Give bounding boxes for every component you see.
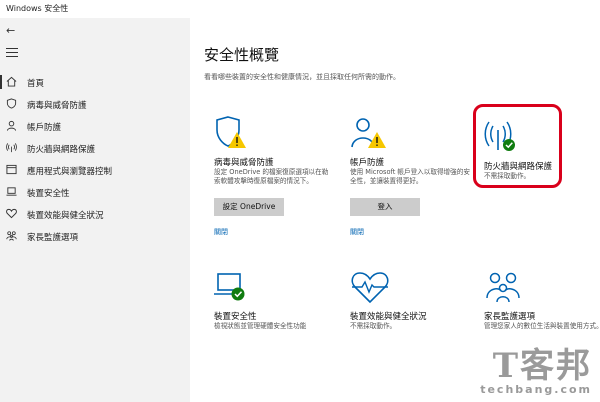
sidebar-item-app-browser[interactable]: 應用程式與瀏覽器控制 xyxy=(0,160,190,180)
person-icon xyxy=(6,120,17,131)
card-device-security[interactable]: 裝置安全性 檢視狀態並管理硬體安全性功能 xyxy=(214,268,339,348)
sidebar-item-home[interactable]: 首頁 xyxy=(0,72,190,92)
home-icon xyxy=(6,76,17,87)
hamburger-icon[interactable] xyxy=(6,48,18,60)
card-title: 家長監護選項 xyxy=(484,312,536,322)
sidebar-item-label: 家長監護選項 xyxy=(27,233,79,243)
card-description: 設定 OneDrive 的檔案復原選項以在勒索軟體攻擊時復原檔案的情況下。 xyxy=(214,168,329,185)
sidebar: ← 首頁 病毒與威脅防護 帳戶防護 防火牆與網路保護 應用程式與瀏覽器控制 裝置… xyxy=(0,18,190,402)
sidebar-item-label: 防火牆與網路保護 xyxy=(27,145,96,155)
card-title: 裝置效能與健全狀況 xyxy=(350,312,427,322)
sidebar-item-label: 首頁 xyxy=(27,79,45,89)
sidebar-item-family[interactable]: 家長監護選項 xyxy=(0,226,190,246)
laptop-check-icon xyxy=(214,273,245,301)
sidebar-item-label: 應用程式與瀏覽器控制 xyxy=(27,167,113,177)
sidebar-item-account[interactable]: 帳戶防護 xyxy=(0,116,190,136)
family-icon xyxy=(486,272,520,303)
sidebar-item-firewall[interactable]: 防火牆與網路保護 xyxy=(0,138,190,158)
sidebar-item-label: 裝置效能與健全狀況 xyxy=(27,211,104,221)
page-title: 安全性概覽 xyxy=(204,46,280,64)
watermark-url: techbang.com xyxy=(480,383,592,396)
sidebar-item-device-security[interactable]: 裝置安全性 xyxy=(0,182,190,202)
setup-onedrive-button[interactable]: 設定 OneDrive xyxy=(214,198,284,216)
dismiss-link[interactable]: 關閉 xyxy=(214,227,228,237)
dismiss-link[interactable]: 關閉 xyxy=(350,227,364,237)
sidebar-item-virus[interactable]: 病毒與威脅防護 xyxy=(0,94,190,114)
highlight-box xyxy=(473,104,562,188)
shield-warning-icon xyxy=(216,116,246,148)
sidebar-item-label: 病毒與威脅防護 xyxy=(27,101,87,111)
sidebar-item-label: 帳戶防護 xyxy=(27,123,62,133)
antenna-icon xyxy=(6,143,17,153)
sign-in-button[interactable]: 登入 xyxy=(350,198,420,216)
card-account-protection[interactable]: 帳戶防護 使用 Microsoft 帳戶登入以取得增強的安全性，並讓裝置得更好。… xyxy=(350,114,475,249)
heart-icon xyxy=(6,208,17,219)
card-title: 裝置安全性 xyxy=(214,312,257,322)
heart-monitor-icon xyxy=(351,272,389,304)
page-subtitle: 看看哪些裝置的安全性和健康情況，並且採取任何所需的動作。 xyxy=(204,73,400,81)
person-warning-icon xyxy=(351,118,386,148)
card-title: 帳戶防護 xyxy=(350,158,385,168)
window-title: Windows 安全性 xyxy=(6,4,69,13)
card-device-health[interactable]: 裝置效能與健全狀況 不需採取動作。 xyxy=(350,268,475,348)
card-description: 管理您家人的數位生活與裝置使用方式。 xyxy=(484,322,600,330)
family-icon xyxy=(6,231,17,241)
title-bar: Windows 安全性 xyxy=(0,0,600,18)
card-description: 檢視狀態並管理硬體安全性功能 xyxy=(214,322,307,330)
watermark-brand: T客邦 xyxy=(492,346,592,386)
shield-icon xyxy=(6,98,17,109)
card-title: 病毒與威脅防護 xyxy=(214,158,274,168)
card-description: 使用 Microsoft 帳戶登入以取得增強的安全性，並讓裝置得更好。 xyxy=(350,168,470,185)
laptop-icon xyxy=(6,187,17,196)
card-virus-protection[interactable]: 病毒與威脅防護 設定 OneDrive 的檔案復原選項以在勒索軟體攻擊時復原檔案… xyxy=(214,114,339,249)
card-description: 不需採取動作。 xyxy=(350,322,397,330)
sidebar-item-device-health[interactable]: 裝置效能與健全狀況 xyxy=(0,204,190,224)
back-arrow-icon[interactable]: ← xyxy=(6,24,15,37)
app-window-icon xyxy=(6,164,17,175)
watermark: T客邦 techbang.com xyxy=(480,338,592,396)
sidebar-item-label: 裝置安全性 xyxy=(27,189,70,199)
